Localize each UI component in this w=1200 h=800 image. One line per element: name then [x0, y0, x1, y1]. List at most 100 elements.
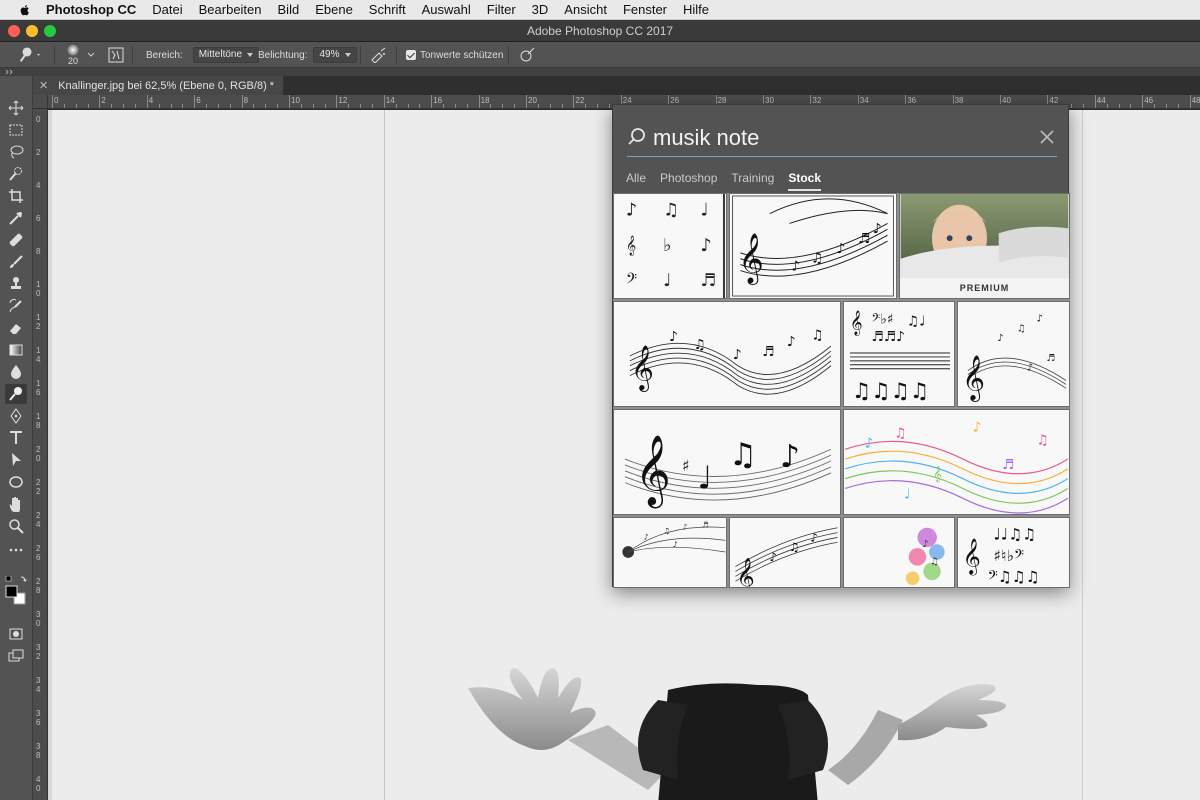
stock-result-dandelion-notes[interactable]: ♪ ♫ ♪ ♬ ♪ [613, 517, 727, 588]
canvas-pasteboard [48, 110, 52, 800]
pen-pressure-icon [520, 47, 535, 62]
window-title-bar: Adobe Photoshop CC 2017 [0, 20, 1200, 42]
pen-tool[interactable] [5, 406, 27, 426]
svg-text:♫: ♫ [811, 251, 823, 267]
ruler-top-minor-tick [265, 104, 267, 108]
vertical-ruler[interactable]: 0246810121416182022242628303234363840 [33, 109, 48, 800]
ruler-top-tick [1189, 95, 1191, 108]
svg-text:♫♫♫♫: ♫♫♫♫ [852, 379, 929, 404]
menu-datei[interactable]: Datei [152, 2, 182, 17]
healing-brush-tool[interactable] [5, 230, 27, 250]
stock-result-note-icons[interactable]: ♪ ♫ ♩ 𝄞 ♭ ♪ 𝄢 ♩ ♬ [613, 193, 727, 299]
quick-select-tool[interactable] [5, 164, 27, 184]
brush-preset-picker[interactable]: 20 [64, 42, 82, 68]
ellipse-tool[interactable] [5, 472, 27, 492]
close-icon[interactable] [1037, 127, 1057, 147]
stock-result-note-symbols-2[interactable]: 𝄞 ♩♩♫♫ ♯♮♭𝄢 𝄢♫♫♫ [957, 517, 1070, 588]
tab-stock[interactable]: Stock [788, 171, 822, 191]
clone-stamp-tool[interactable] [5, 274, 27, 294]
ruler-top-minor-tick [158, 104, 160, 108]
menu-bild[interactable]: Bild [278, 2, 300, 17]
blur-tool[interactable] [5, 362, 27, 382]
tool-preset-picker[interactable] [18, 42, 42, 68]
ruler-origin[interactable] [33, 95, 48, 109]
svg-text:♪: ♪ [1037, 314, 1043, 325]
type-tool[interactable] [5, 428, 27, 448]
close-tab-icon[interactable]: ✕ [39, 79, 48, 92]
svg-text:𝄞: 𝄞 [736, 558, 754, 587]
svg-text:♩: ♩ [904, 486, 910, 502]
quick-mask-mode[interactable] [5, 624, 27, 644]
zoom-tool[interactable] [5, 516, 27, 536]
move-tool[interactable] [5, 98, 27, 118]
ruler-top-label: 14 [385, 96, 395, 105]
history-brush-tool[interactable] [5, 296, 27, 316]
stock-result-notation-symbols[interactable]: 𝄞 𝄢♭♯ ♫♩ ♬♬♪ ♫♫♫♫ [843, 301, 955, 407]
menu-filter[interactable]: Filter [487, 2, 516, 17]
marquee-tool[interactable] [5, 120, 27, 140]
path-select-tool[interactable] [5, 450, 27, 470]
more-tools[interactable] [5, 540, 27, 560]
collapse-chevron-icon[interactable] [5, 68, 15, 76]
exposure-input[interactable]: 49% [313, 47, 357, 63]
pressure-size-toggle[interactable] [518, 42, 536, 68]
menu-fenster[interactable]: Fenster [623, 2, 667, 17]
stock-result-big-notes[interactable]: 𝄞 ♯ ♩ ♫ ♪ [613, 409, 841, 515]
stock-result-staff-wave[interactable]: 𝄞 ♪ ♫ ♪ ♬ ♪ ♫ [613, 301, 841, 407]
search-input[interactable] [653, 121, 1023, 155]
ruler-top-label: 4 [148, 96, 154, 105]
ruler-left-label: 32 [36, 643, 41, 661]
ruler-top-tick [289, 95, 290, 108]
tab-alle[interactable]: Alle [626, 171, 646, 191]
menu-auswahl[interactable]: Auswahl [422, 2, 471, 17]
eraser-tool[interactable] [5, 318, 27, 338]
menu-ansicht[interactable]: Ansicht [564, 2, 607, 17]
document-tab[interactable]: ✕ Knallinger.jpg bei 62,5% (Ebene 0, RGB… [33, 76, 283, 95]
color-swatches[interactable] [5, 575, 29, 606]
menu-app-name[interactable]: Photoshop CC [46, 2, 136, 17]
ruler-top-minor-tick [360, 104, 362, 108]
menu-hilfe[interactable]: Hilfe [683, 2, 709, 17]
stock-result-treble-splash[interactable]: 𝄞 ♪ ♫ ♪ ♬ ♪ [957, 301, 1070, 407]
tab-training[interactable]: Training [731, 171, 774, 191]
type-tool-icon [10, 431, 22, 444]
menu-3d[interactable]: 3D [532, 2, 549, 17]
image-edge-left [384, 110, 385, 800]
protect-tones-checkbox[interactable]: Tonwerte schützen [406, 42, 503, 68]
screen-mode[interactable] [5, 646, 27, 666]
ruler-top-minor-tick [490, 104, 492, 108]
svg-text:♩♩♫♫: ♩♩♫♫ [994, 525, 1037, 543]
menu-ebene[interactable]: Ebene [315, 2, 353, 17]
menu-schrift[interactable]: Schrift [369, 2, 406, 17]
range-select[interactable]: Mitteltöne [192, 47, 260, 63]
ruler-top-minor-tick [111, 104, 113, 108]
stock-result-colorful-notes[interactable]: ♪ ♫ 𝄞 ♪ ♬ ♫ ♩ [843, 409, 1070, 515]
crop-tool[interactable] [5, 186, 27, 206]
notation-symbols-image: 𝄞 𝄢♭♯ ♫♩ ♬♬♪ ♫♫♫♫ [849, 309, 951, 404]
tab-photoshop[interactable]: Photoshop [660, 171, 717, 191]
ruler-top-minor-tick [63, 104, 65, 108]
eyedropper-tool[interactable] [5, 208, 27, 228]
lasso-tool[interactable] [5, 142, 27, 162]
svg-text:𝄞: 𝄞 [738, 233, 764, 285]
stock-result-notes-swirl[interactable]: 𝄞 ♪ ♫ ♪ ♬ ♪ [729, 193, 897, 299]
svg-text:♪: ♪ [787, 334, 796, 350]
brush-panel-toggle[interactable] [108, 42, 124, 68]
stock-result-paint-splash[interactable]: ♪ ♫ [843, 517, 955, 588]
stock-result-child-sheet-music[interactable]: PREMIUM [899, 193, 1070, 299]
dodge-tool[interactable] [5, 384, 27, 404]
protect-tones-label: Tonwerte schützen [420, 49, 504, 61]
menu-bearbeiten[interactable]: Bearbeiten [199, 2, 262, 17]
stock-result-treble-staff[interactable]: 𝄞 ♪ ♫ ♪ [729, 517, 841, 588]
brush-tool[interactable] [5, 252, 27, 272]
airbrush-toggle[interactable] [370, 42, 388, 68]
apple-icon[interactable] [18, 3, 32, 17]
ruler-top-tick [1094, 95, 1096, 108]
gradient-tool[interactable] [5, 340, 27, 360]
ruler-left-label: 14 [36, 346, 41, 364]
brush-panel-icon [108, 47, 124, 63]
ruler-top-label: 8 [243, 96, 249, 105]
hand-tool[interactable] [5, 494, 27, 514]
svg-text:𝄞: 𝄞 [631, 345, 654, 391]
ruler-top-minor-tick [1154, 104, 1156, 108]
